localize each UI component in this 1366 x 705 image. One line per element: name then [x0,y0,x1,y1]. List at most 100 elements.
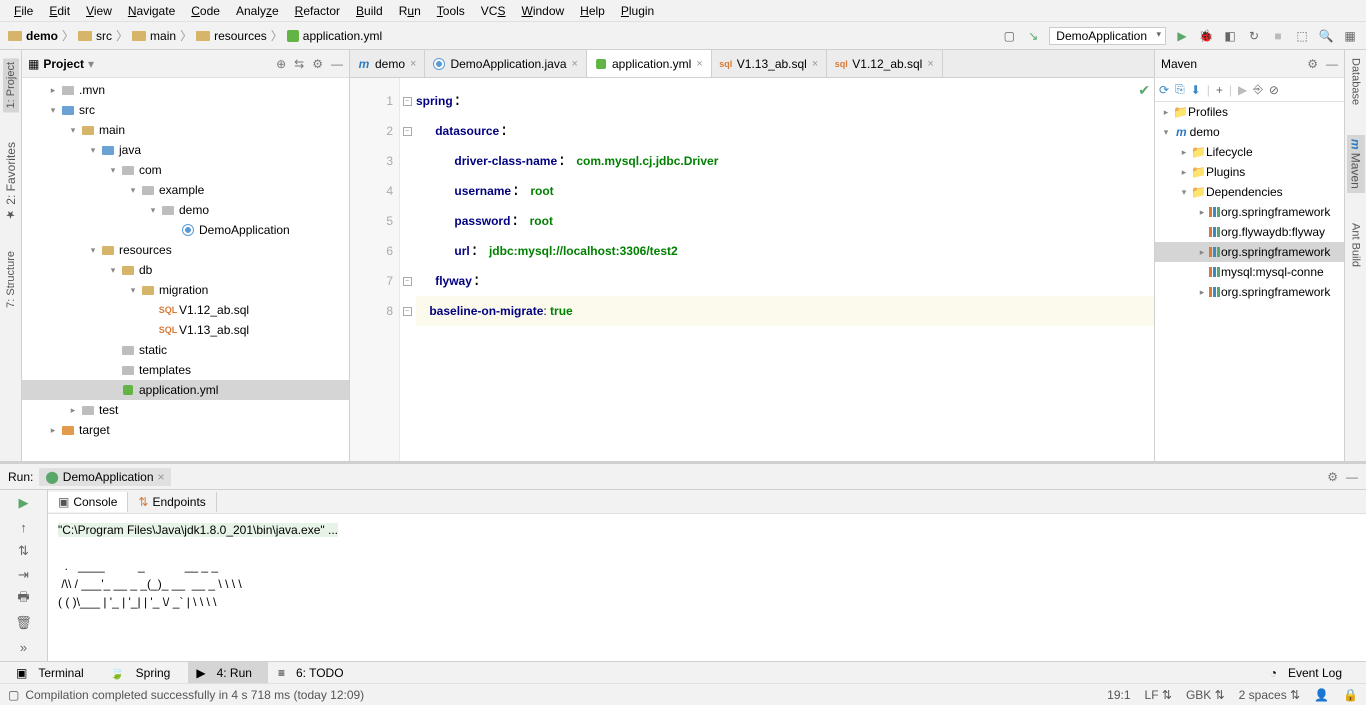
tree-node[interactable]: ▸.mvn [22,80,349,100]
maven-node[interactable]: ▸📁 Plugins [1155,162,1344,182]
settings-icon[interactable]: ▦ [1342,28,1358,44]
tree-node[interactable]: ▾demo [22,200,349,220]
profile-icon[interactable]: ↻ [1246,28,1262,44]
maven-dep[interactable]: ▸ org.springframework [1155,282,1344,302]
hammer-icon[interactable]: ↘ [1025,28,1041,44]
menu-code[interactable]: Code [183,2,228,20]
menu-analyze[interactable]: Analyze [228,2,287,20]
hide-icon[interactable]: — [1346,470,1358,484]
maven-dep[interactable]: mysql:mysql-conne [1155,262,1344,282]
menu-edit[interactable]: Edit [41,2,78,20]
maven-node[interactable]: ▸📁 Profiles [1155,102,1344,122]
locate-icon[interactable]: ⊕ [276,57,286,71]
breadcrumb-root[interactable]: demo [26,29,58,43]
tool-terminal[interactable]: ▣ Terminal [8,662,100,684]
structure-icon[interactable]: ⬚ [1294,28,1310,44]
menu-window[interactable]: Window [513,2,572,20]
menu-file[interactable]: File [6,2,41,20]
console-output[interactable]: "C:\Program Files\Java\jdk1.8.0_201\bin\… [48,514,1366,661]
hide-icon[interactable]: — [1326,57,1338,71]
indent-setting[interactable]: 2 spaces ⇅ [1239,688,1300,702]
tree-node[interactable]: ▾main [22,120,349,140]
menu-vcs[interactable]: VCS [473,2,514,20]
hide-icon[interactable]: — [331,57,343,71]
close-icon[interactable]: × [696,58,702,70]
breadcrumb-item[interactable]: main [150,29,176,43]
menu-tools[interactable]: Tools [429,2,473,20]
line-separator[interactable]: LF ⇅ [1145,688,1172,702]
run-tab[interactable]: ⬤DemoApplication × [39,468,170,486]
tree-node[interactable]: ▾migration [22,280,349,300]
generate-icon[interactable]: ⎘ [1175,82,1185,97]
maven-tree[interactable]: ▸📁 Profiles ▾mdemo ▸📁 Lifecycle ▸📁 Plugi… [1155,102,1344,461]
tree-node[interactable]: templates [22,360,349,380]
close-icon[interactable]: × [812,58,818,70]
tree-node[interactable]: ▾src [22,100,349,120]
debug-icon[interactable]: 🐞 [1198,28,1214,44]
tool-eventlog[interactable]: ◔ Event Log [1262,662,1358,684]
maven-dep-selected[interactable]: ▸ org.springframework [1155,242,1344,262]
reload-icon[interactable]: ⟳ [1159,83,1169,97]
expand-icon[interactable]: ⇆ [294,57,304,71]
tab-demo[interactable]: mdemo× [350,50,425,77]
lock-icon[interactable]: 🔒 [1343,688,1358,702]
tree-node[interactable]: ▸target [22,420,349,440]
console-tab[interactable]: ▣Console [48,492,128,512]
up-icon[interactable]: ↑ [20,518,27,536]
add-icon[interactable]: + [1216,83,1223,97]
breadcrumb-item[interactable]: resources [214,29,267,43]
maven-node[interactable]: ▾📁 Dependencies [1155,182,1344,202]
maven-node[interactable]: ▸📁 Lifecycle [1155,142,1344,162]
breadcrumb-item[interactable]: src [96,29,112,43]
close-icon[interactable]: × [158,470,165,484]
close-icon[interactable]: × [410,58,416,70]
fold-icon[interactable]: − [403,277,412,286]
tree-node[interactable]: ▾com [22,160,349,180]
inspection-icon[interactable]: 👤 [1314,688,1329,702]
menu-plugin[interactable]: Plugin [613,2,662,20]
maven-dep[interactable]: org.flywaydb:flyway [1155,222,1344,242]
tree-node[interactable]: static [22,340,349,360]
tab-java[interactable]: DemoApplication.java× [425,50,587,77]
menu-view[interactable]: View [78,2,120,20]
search-icon[interactable]: 🔍 [1318,28,1334,44]
tool-project[interactable]: 1: Project [3,58,19,112]
run-icon[interactable]: ▶ [1174,28,1190,44]
run-icon[interactable]: ▶ [1238,83,1247,97]
tool-todo[interactable]: ≡ 6: TODO [270,662,360,684]
breadcrumb-file[interactable]: application.yml [303,29,382,43]
file-encoding[interactable]: GBK ⇅ [1186,688,1225,702]
gear-icon[interactable]: ⚙ [1307,57,1318,71]
menu-run[interactable]: Run [391,2,429,20]
close-icon[interactable]: × [927,58,933,70]
tree-node[interactable]: ▾db [22,260,349,280]
tab-sql[interactable]: sqlV1.12_ab.sql× [827,50,943,77]
print-icon[interactable]: 🖶 [17,590,29,608]
download-icon[interactable]: ⬇ [1191,83,1201,97]
fold-icon[interactable]: − [403,127,412,136]
code-area[interactable]: spring: datasource: driver-class-name: c… [414,78,1154,461]
fold-icon[interactable]: − [403,97,412,106]
tree-node[interactable]: ▾resources [22,240,349,260]
trash-icon[interactable]: 🗑 [15,614,32,632]
menu-build[interactable]: Build [348,2,391,20]
tree-node[interactable]: ▾example [22,180,349,200]
rerun-icon[interactable]: ▶ [19,494,29,512]
down-icon[interactable]: ⇅ [18,542,29,560]
tool-spring[interactable]: 🍃 Spring [102,662,187,684]
maven-dep[interactable]: ▸ org.springframework [1155,202,1344,222]
tree-node[interactable]: ▾java [22,140,349,160]
status-icon[interactable]: ▢ [8,688,19,702]
build-icon[interactable]: ▢ [1001,28,1017,44]
gear-icon[interactable]: ⚙ [1327,470,1338,484]
tree-file[interactable]: DemoApplication [22,220,349,240]
tree-node[interactable]: ▸test [22,400,349,420]
more-icon[interactable]: » [20,638,27,656]
maven-node[interactable]: ▾mdemo [1155,122,1344,142]
tool-database[interactable]: Database [1350,58,1362,105]
fold-icon[interactable]: − [403,307,412,316]
tab-sql[interactable]: sqlV1.13_ab.sql× [712,50,828,77]
endpoints-tab[interactable]: ⇅Endpoints [128,492,216,512]
menu-navigate[interactable]: Navigate [120,2,183,20]
tool-maven[interactable]: m Maven [1347,135,1365,193]
